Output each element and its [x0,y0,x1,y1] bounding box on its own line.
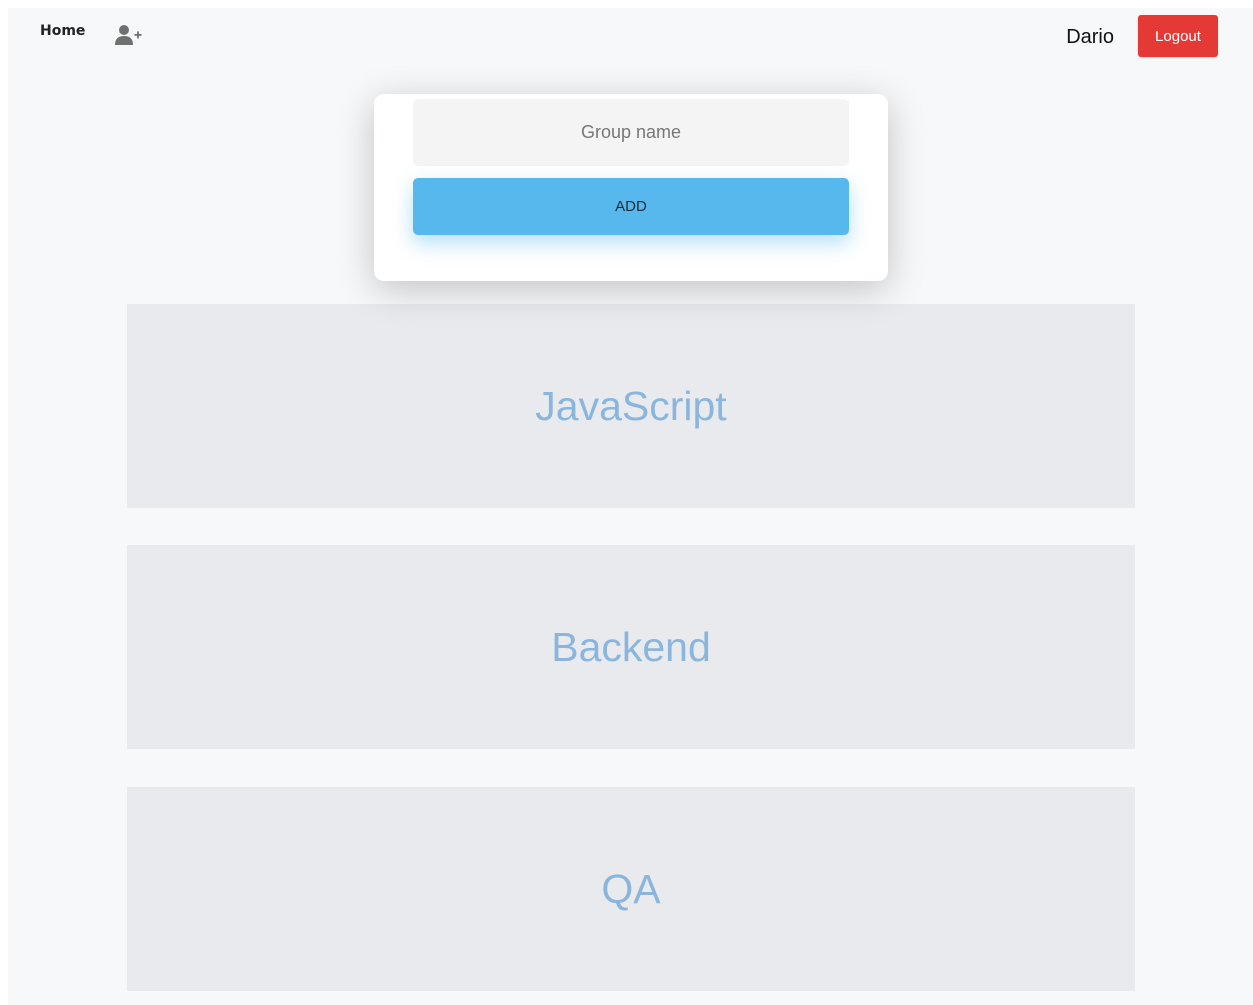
group-card-title: JavaScript [535,382,727,429]
current-user-name: Dario [1066,26,1114,48]
group-card-backend[interactable]: Backend [127,545,1135,749]
add-group-button[interactable]: ADD [413,178,849,235]
logout-button[interactable]: Logout [1138,15,1218,57]
app-root: Home Dario Logout ADD JavaScript Backend… [8,8,1253,1005]
group-card-qa[interactable]: QA [127,787,1135,991]
group-card-title: QA [601,865,661,912]
group-card-title: Backend [551,623,711,670]
group-card-javascript[interactable]: JavaScript [127,304,1135,508]
add-group-form: ADD [374,94,888,281]
nav-home-link[interactable]: Home [40,23,85,39]
group-name-input[interactable] [413,99,849,166]
user-plus-icon[interactable] [114,24,144,46]
